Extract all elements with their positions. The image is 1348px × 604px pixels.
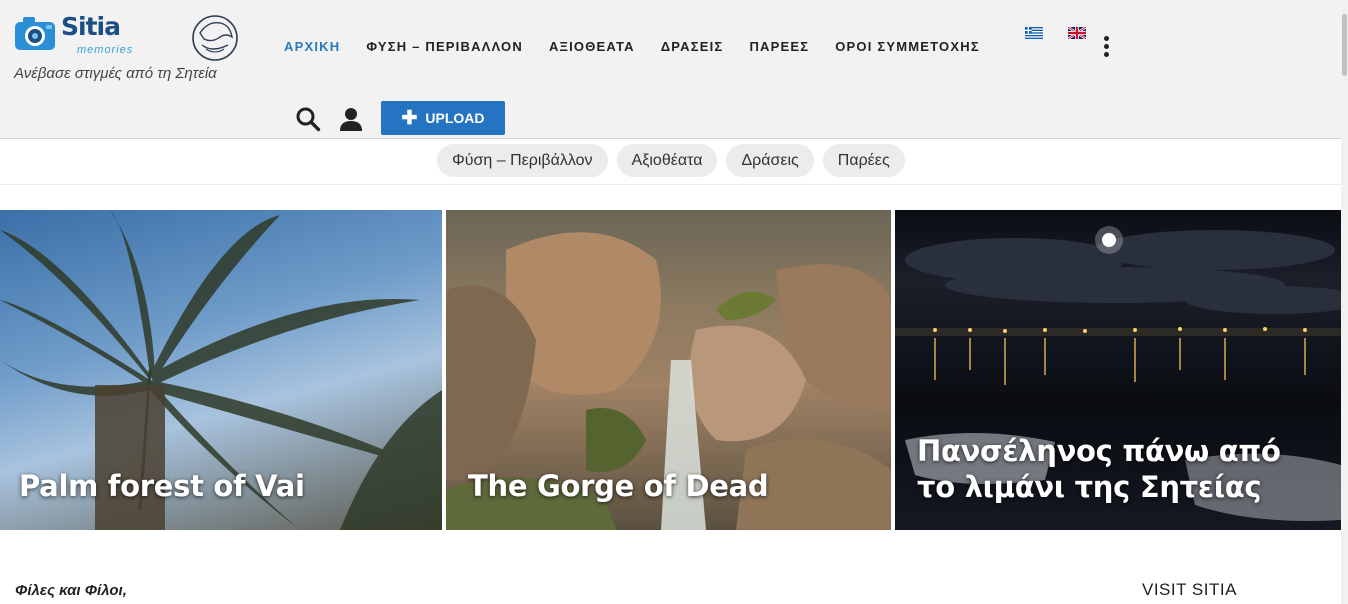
- upload-button[interactable]: ✚ UPLOAD: [381, 101, 505, 135]
- featured-card-gorge[interactable]: The Gorge of Dead: [446, 210, 891, 530]
- plus-icon: ✚: [401, 107, 418, 129]
- logo-subtitle: memories: [77, 44, 134, 56]
- nav-item-terms[interactable]: ΟΡΟΙ ΣΥΜΜΕΤΟΧΗΣ: [835, 39, 980, 54]
- user-account-icon[interactable]: [338, 106, 364, 132]
- uk-flag-icon[interactable]: [1068, 27, 1086, 39]
- featured-card-palm-forest[interactable]: Palm forest of Vai: [0, 210, 442, 530]
- page: Sitia memories Ανέβασε στιγμές από τη Ση…: [0, 0, 1348, 604]
- more-menu-icon[interactable]: [1099, 36, 1113, 60]
- sidebar-heading: VISIT SITIA: [1142, 580, 1237, 599]
- card-title: Πανσέληνος πάνω από το λιμάνι της Σητεία…: [917, 433, 1281, 504]
- nav-item-activities[interactable]: ΔΡΑΣΕΙΣ: [661, 39, 724, 54]
- main-navigation: ΑΡΧΙΚΗ ΦΥΣΗ – ΠΕΡΙΒΑΛΛΟΝ ΑΞΙΟΘΕΑΤΑ ΔΡΑΣΕ…: [284, 39, 1006, 54]
- site-header: Sitia memories Ανέβασε στιγμές από τη Ση…: [0, 0, 1341, 139]
- intro-greeting: Φίλες και Φίλοι,: [15, 582, 127, 599]
- nav-item-groups[interactable]: ΠΑΡΕΕΣ: [749, 39, 809, 54]
- nav-item-nature[interactable]: ΦΥΣΗ – ΠΕΡΙΒΑΛΛΟΝ: [366, 39, 523, 54]
- logo-wordmark: Sitia: [61, 12, 121, 41]
- card-title: The Gorge of Dead: [468, 468, 769, 503]
- upload-button-label: UPLOAD: [425, 110, 485, 126]
- site-tagline: Ανέβασε στιγμές από τη Σητεία: [14, 65, 217, 82]
- municipality-seal-icon[interactable]: [190, 13, 240, 63]
- category-chips: Φύση – Περιβάλλον Αξιοθέατα Δράσεις Παρέ…: [437, 144, 905, 177]
- scrollbar-thumb[interactable]: [1342, 14, 1347, 76]
- card-title: Palm forest of Vai: [19, 468, 305, 503]
- site-logo[interactable]: Sitia memories: [13, 10, 132, 58]
- nav-item-sights[interactable]: ΑΞΙΟΘΕΑΤΑ: [549, 39, 635, 54]
- nav-item-home[interactable]: ΑΡΧΙΚΗ: [284, 39, 340, 54]
- featured-card-harbour[interactable]: Πανσέληνος πάνω από το λιμάνι της Σητεία…: [895, 210, 1341, 530]
- greek-flag-icon[interactable]: [1025, 27, 1043, 39]
- category-bar: Φύση – Περιβάλλον Αξιοθέατα Δράσεις Παρέ…: [0, 139, 1341, 185]
- page-scrollbar[interactable]: [1341, 0, 1348, 604]
- camera-logo-icon: [15, 17, 55, 50]
- category-chip-sights[interactable]: Αξιοθέατα: [616, 144, 718, 177]
- category-chip-activities[interactable]: Δράσεις: [726, 144, 814, 177]
- category-chip-groups[interactable]: Παρέες: [822, 144, 905, 177]
- search-icon[interactable]: [295, 106, 321, 132]
- category-chip-nature[interactable]: Φύση – Περιβάλλον: [437, 144, 608, 177]
